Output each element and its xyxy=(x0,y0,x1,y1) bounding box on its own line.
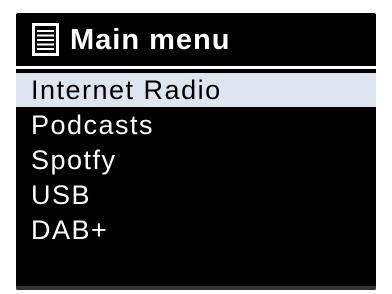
menu-list-icon xyxy=(32,23,59,56)
main-menu-list: Internet Radio Podcasts Spotfy USB DAB+ xyxy=(16,73,376,248)
menu-item-dab[interactable]: DAB+ xyxy=(16,213,376,247)
page-title: Main menu xyxy=(70,24,231,56)
bottom-divider xyxy=(16,286,376,290)
menu-item-usb[interactable]: USB xyxy=(16,178,376,212)
menu-item-podcasts[interactable]: Podcasts xyxy=(16,108,376,142)
radio-display: Main menu Internet Radio Podcasts Spotfy… xyxy=(16,13,376,290)
menu-item-spotify[interactable]: Spotfy xyxy=(16,143,376,177)
menu-item-internet-radio[interactable]: Internet Radio xyxy=(16,73,376,107)
menu-header: Main menu xyxy=(16,13,376,65)
header-divider xyxy=(16,66,376,69)
